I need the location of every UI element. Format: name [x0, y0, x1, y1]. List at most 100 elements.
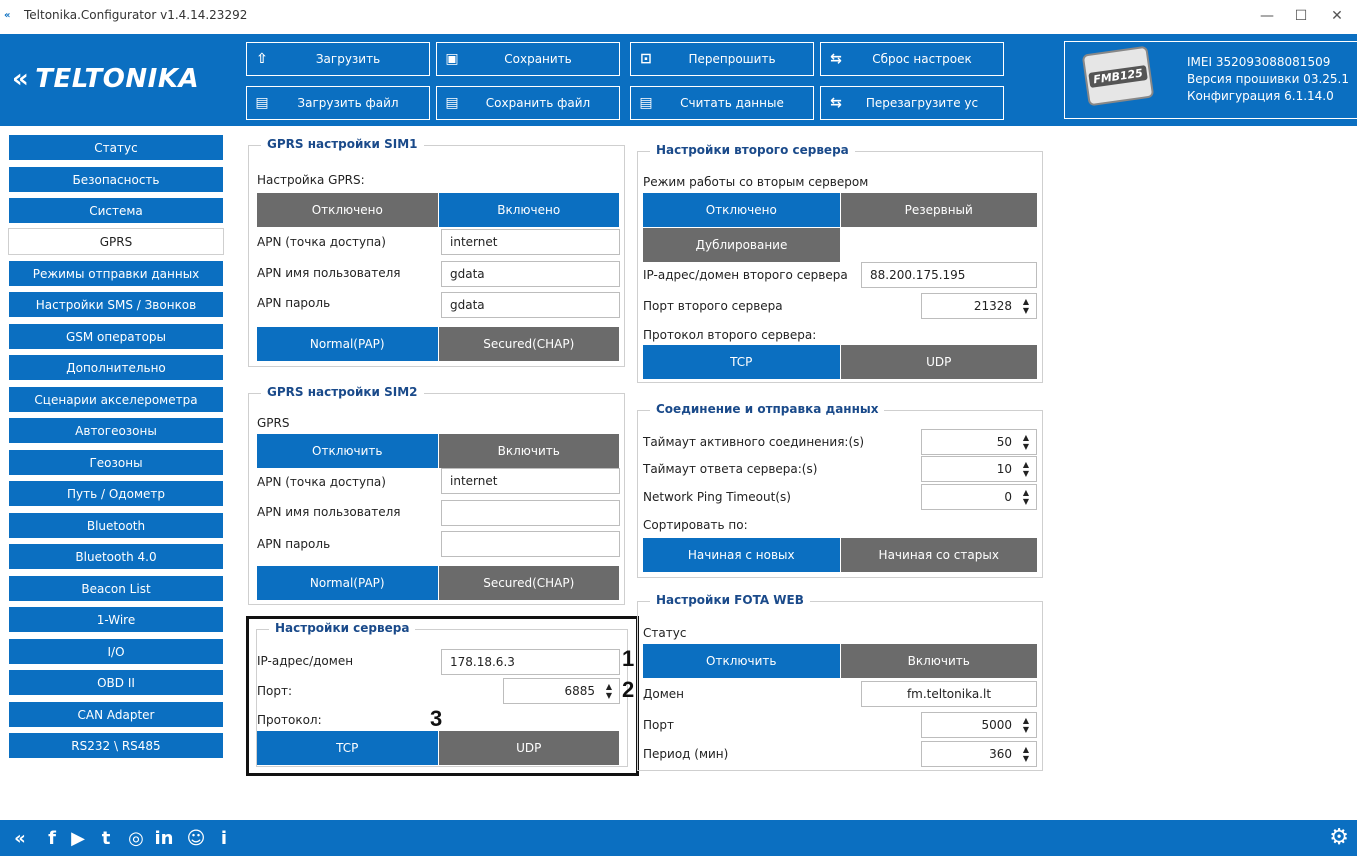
sidebar-item-rs232-rs485[interactable]: RS232 \ RS485 — [8, 732, 224, 759]
stepper-arrows-icon[interactable]: ▲ ▼ — [1020, 433, 1032, 451]
second-server-tcp-option[interactable]: TCP — [643, 345, 841, 379]
teltonika-icon[interactable]: « — [8, 827, 32, 851]
response-timeout-value: 10 — [996, 462, 1012, 476]
response-timeout-stepper[interactable]: 10 ▲ ▼ — [921, 456, 1037, 482]
second-server-port-value: 21328 — [973, 299, 1012, 313]
load-file-button-label: Загрузить файл — [297, 96, 399, 110]
load-file-button[interactable]: ▤ Загрузить файл — [246, 86, 430, 120]
reset-button-label: Сброс настроек — [872, 52, 972, 66]
load-button[interactable]: ⇧ Загрузить — [246, 42, 430, 76]
reboot-button[interactable]: ⇆ Перезагрузите ус — [820, 86, 1004, 120]
chat-icon[interactable]: ☺ — [184, 827, 208, 851]
fota-port-value: 5000 — [981, 718, 1012, 732]
info-icon[interactable]: i — [212, 827, 236, 851]
sim1-apn-user-input[interactable]: gdata — [441, 261, 620, 287]
sim2-auth-pap-option[interactable]: Normal(PAP) — [257, 566, 439, 600]
window-title: Teltonika.Configurator v1.4.14.23292 — [24, 8, 248, 22]
sort-newest-option[interactable]: Начиная с новых — [643, 538, 841, 572]
sim2-apn-label: APN (точка доступа) — [257, 475, 386, 489]
instagram-icon[interactable]: ◎ — [124, 827, 148, 851]
sim2-apn-input[interactable]: internet — [441, 468, 620, 494]
stepper-arrows-icon[interactable]: ▲ ▼ — [1020, 716, 1032, 734]
sim1-apn-password-input[interactable]: gdata — [441, 292, 620, 318]
linkedin-icon[interactable]: in — [152, 827, 176, 851]
sidebar-item-accelerometer[interactable]: Сценарии акселерометра — [8, 386, 224, 413]
stepper-arrows-icon[interactable]: ▲ ▼ — [1020, 297, 1032, 315]
second-server-duplicate-option[interactable]: Дублирование — [643, 228, 840, 262]
sim1-auth-pap-option[interactable]: Normal(PAP) — [257, 327, 439, 361]
sim1-apn-input[interactable]: internet — [441, 229, 620, 255]
fota-period-stepper[interactable]: 360 ▲ ▼ — [921, 741, 1037, 767]
second-server-mode-toggle: Отключено Резервный — [643, 193, 1037, 227]
device-info: IMEI 352093088081509 Версия прошивки 03.… — [1187, 54, 1349, 105]
fota-status-toggle: Отключить Включить — [643, 644, 1037, 678]
second-server-udp-option[interactable]: UDP — [840, 345, 1037, 379]
upload-icon: ⇧ — [256, 51, 268, 67]
sidebar-item-auto-geofence[interactable]: Автогеозоны — [8, 417, 224, 444]
stepper-arrows-icon[interactable]: ▲ ▼ — [1020, 488, 1032, 506]
sim2-apn-user-input[interactable] — [441, 500, 620, 526]
file-save-icon: ▤ — [445, 95, 459, 111]
device-imei: IMEI 352093088081509 — [1187, 55, 1331, 69]
gear-icon[interactable]: ⚙ — [1329, 826, 1349, 850]
reflash-button[interactable]: ⊡ Перепрошить — [630, 42, 814, 76]
sidebar-item-security[interactable]: Безопасность — [8, 166, 224, 193]
fota-domain-input[interactable]: fm.teltonika.lt — [861, 681, 1037, 707]
save-file-button-label: Сохранить файл — [485, 96, 591, 110]
read-data-button[interactable]: ▤ Считать данные — [630, 86, 814, 120]
active-timeout-stepper[interactable]: 50 ▲ ▼ — [921, 429, 1037, 455]
sim1-gprs-on-option[interactable]: Включено — [438, 193, 619, 227]
sidebar-item-bluetooth[interactable]: Bluetooth — [8, 512, 224, 539]
sim2-gprs-toggle: Отключить Включить — [257, 434, 619, 468]
reset-settings-button[interactable]: ⇆ Сброс настроек — [820, 42, 1004, 76]
sidebar-item-trip-odometer[interactable]: Путь / Одометр — [8, 480, 224, 507]
active-timeout-label: Таймаут активного соединения:(s) — [643, 435, 865, 449]
sidebar-item-geofence[interactable]: Геозоны — [8, 449, 224, 476]
close-button[interactable]: ✕ — [1322, 6, 1352, 26]
sim2-apn-password-input[interactable] — [441, 531, 620, 557]
sidebar-item-gprs[interactable]: GPRS — [8, 228, 224, 255]
second-server-ip-label: IP-адрес/домен второго сервера — [643, 268, 848, 282]
sidebar-item-beacon-list[interactable]: Beacon List — [8, 575, 224, 602]
second-server-ip-input[interactable]: 88.200.175.195 — [861, 262, 1037, 288]
fota-port-stepper[interactable]: 5000 ▲ ▼ — [921, 712, 1037, 738]
stepper-arrows-icon[interactable]: ▲ ▼ — [1020, 460, 1032, 478]
sidebar-item-obd2[interactable]: OBD II — [8, 669, 224, 696]
sim2-gprs-off-option[interactable]: Отключить — [257, 434, 439, 468]
stepper-arrows-icon[interactable]: ▲ ▼ — [1020, 745, 1032, 763]
sim2-gprs-on-option[interactable]: Включить — [438, 434, 619, 468]
sidebar-item-status[interactable]: Статус — [8, 134, 224, 161]
second-server-backup-option[interactable]: Резервный — [840, 193, 1037, 227]
gprs-sim1-title: GPRS настройки SIM1 — [261, 137, 424, 151]
twitter-icon[interactable]: t — [94, 827, 118, 851]
sidebar-item-data-acquisition[interactable]: Режимы отправки данных — [8, 260, 224, 287]
second-server-port-stepper[interactable]: 21328 ▲ ▼ — [921, 293, 1037, 319]
sidebar-item-1-wire[interactable]: 1-Wire — [8, 606, 224, 633]
minimize-button[interactable]: — — [1252, 6, 1282, 26]
sidebar-item-gsm-operators[interactable]: GSM операторы — [8, 323, 224, 350]
sidebar-item-io[interactable]: I/O — [8, 638, 224, 665]
sidebar-item-features[interactable]: Дополнительно — [8, 354, 224, 381]
youtube-icon[interactable]: ▶ — [66, 827, 90, 851]
ping-timeout-stepper[interactable]: 0 ▲ ▼ — [921, 484, 1037, 510]
sidebar-item-can-adapter[interactable]: CAN Adapter — [8, 701, 224, 728]
save-file-button[interactable]: ▤ Сохранить файл — [436, 86, 620, 120]
file-read-icon: ▤ — [639, 95, 653, 111]
second-server-port-label: Порт второго сервера — [643, 299, 783, 313]
sidebar-item-sms-calls[interactable]: Настройки SMS / Звонков — [8, 291, 224, 318]
maximize-button[interactable]: ☐ — [1286, 6, 1316, 26]
save-button[interactable]: ▣ Сохранить — [436, 42, 620, 76]
reflash-button-label: Перепрошить — [688, 52, 776, 66]
sim1-auth-chap-option[interactable]: Secured(CHAP) — [438, 327, 619, 361]
fota-off-option[interactable]: Отключить — [643, 644, 841, 678]
sim2-auth-chap-option[interactable]: Secured(CHAP) — [438, 566, 619, 600]
sidebar-item-bluetooth-4[interactable]: Bluetooth 4.0 — [8, 543, 224, 570]
server-settings-highlight — [246, 616, 639, 776]
facebook-icon[interactable]: f — [40, 827, 64, 851]
fota-on-option[interactable]: Включить — [840, 644, 1037, 678]
second-server-off-option[interactable]: Отключено — [643, 193, 841, 227]
sim1-gprs-off-option[interactable]: Отключено — [257, 193, 439, 227]
sort-oldest-option[interactable]: Начиная со старых — [840, 538, 1037, 572]
sidebar-item-system[interactable]: Система — [8, 197, 224, 224]
connection-title: Соединение и отправка данных — [650, 402, 885, 416]
